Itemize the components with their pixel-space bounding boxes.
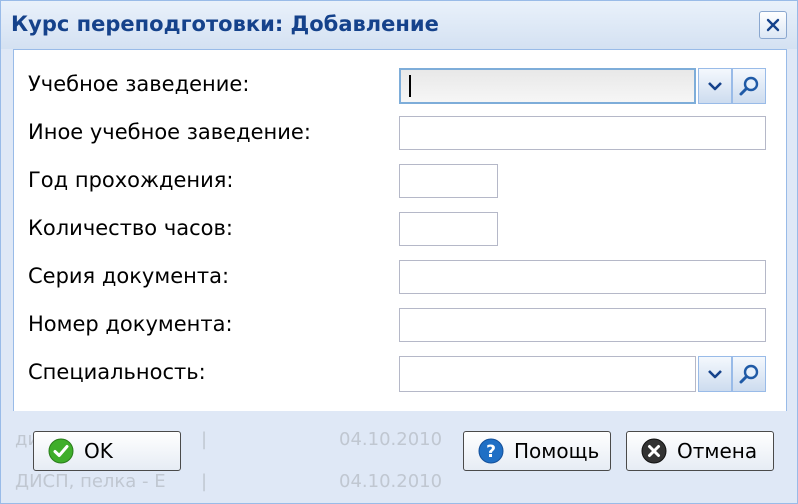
- form-row-doc-number: Номер документа:: [14, 304, 786, 344]
- background-row-text: ДИСП, пелка - Е: [15, 471, 166, 492]
- doc-number-label: Номер документа:: [28, 312, 233, 336]
- doc-series-field[interactable]: [399, 260, 766, 294]
- doc-series-label: Серия документа:: [28, 264, 230, 288]
- institution-combo-input[interactable]: [399, 68, 696, 104]
- background-row-date: 04.10.2010: [339, 429, 443, 450]
- cancel-icon: [641, 438, 667, 464]
- ok-button[interactable]: OK: [33, 431, 181, 471]
- form-row-doc-series: Серия документа:: [14, 256, 786, 296]
- form-row-other-institution: Иное учебное заведение:: [14, 112, 786, 152]
- year-field[interactable]: [399, 164, 498, 198]
- other-institution-label: Иное учебное заведение:: [28, 120, 311, 144]
- institution-dropdown-button[interactable]: [698, 68, 732, 104]
- form-panel: Учебное заведение: Иное учебное заведени…: [13, 49, 787, 413]
- ok-button-label: OK: [84, 439, 113, 463]
- form-row-year: Год прохождения:: [14, 160, 786, 200]
- background-row-date: 04.10.2010: [339, 471, 443, 492]
- search-icon: [739, 364, 759, 384]
- help-button[interactable]: ? Помощь: [463, 431, 611, 471]
- institution-search-button[interactable]: [732, 68, 766, 104]
- form-row-institution: Учебное заведение:: [14, 64, 786, 104]
- close-icon: [766, 18, 780, 32]
- form-row-specialty: Специальность:: [14, 352, 786, 392]
- cancel-button-label: Отмена: [677, 439, 758, 463]
- button-bar: ди | 04.10.2010 ДИСП, пелка - Е | 04.10.…: [1, 411, 797, 503]
- institution-label: Учебное заведение:: [28, 72, 250, 96]
- help-button-label: Помощь: [514, 439, 600, 463]
- chevron-down-icon: [708, 82, 722, 91]
- specialty-dropdown-button[interactable]: [698, 356, 732, 392]
- svg-text:?: ?: [486, 442, 496, 462]
- dialog-titlebar[interactable]: Курс переподготовки: Добавление: [1, 1, 797, 49]
- specialty-search-button[interactable]: [732, 356, 766, 392]
- year-label: Год прохождения:: [28, 168, 234, 192]
- doc-number-field[interactable]: [399, 308, 766, 342]
- close-button[interactable]: [759, 11, 787, 39]
- background-row-separator: |: [201, 471, 208, 492]
- text-caret: [409, 75, 411, 97]
- cancel-button[interactable]: Отмена: [626, 431, 774, 471]
- specialty-label: Специальность:: [28, 360, 206, 384]
- other-institution-field[interactable]: [399, 116, 766, 150]
- dialog-title: Курс переподготовки: Добавление: [11, 12, 439, 36]
- hours-field[interactable]: [399, 212, 498, 246]
- help-icon: ?: [478, 438, 504, 464]
- search-icon: [739, 76, 759, 96]
- hours-label: Количество часов:: [28, 216, 233, 240]
- form-row-hours: Количество часов:: [14, 208, 786, 248]
- checkmark-icon: [48, 438, 74, 464]
- background-row-separator: |: [201, 429, 208, 450]
- chevron-down-icon: [708, 370, 722, 379]
- specialty-combo-input[interactable]: [399, 356, 696, 392]
- dialog-window: Курс переподготовки: Добавление Учебное …: [0, 0, 798, 504]
